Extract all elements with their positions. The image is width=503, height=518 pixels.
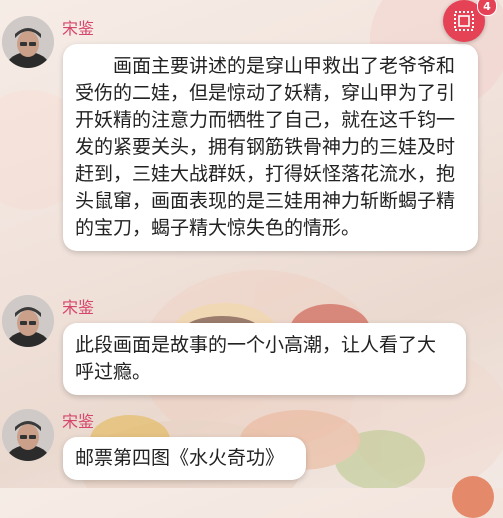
avatar-photo-icon bbox=[2, 409, 54, 461]
floating-action-button[interactable] bbox=[452, 476, 494, 518]
message-bubble: 画面主要讲述的是穿山甲救出了老爷爷和受伤的二娃，但是惊动了妖精，穿山甲为了引开妖… bbox=[63, 44, 478, 251]
message-bubble: 邮票第四图《水火奇功》 bbox=[63, 437, 306, 480]
stamp-icon bbox=[454, 11, 474, 31]
avatar[interactable] bbox=[2, 295, 54, 347]
notification-badge: 4 bbox=[477, 0, 497, 16]
author-name: 宋鉴 bbox=[62, 19, 95, 38]
avatar[interactable] bbox=[2, 409, 54, 461]
avatar-photo-icon bbox=[2, 16, 54, 68]
message-text: 此段画面是故事的一个小高潮，让人看了大呼过瘾。 bbox=[75, 334, 437, 383]
message-bubble: 此段画面是故事的一个小高潮，让人看了大呼过瘾。 bbox=[63, 323, 466, 395]
author-name: 宋鉴 bbox=[62, 298, 95, 317]
message-text: 邮票第四图《水火奇功》 bbox=[75, 447, 285, 469]
avatar-photo-icon bbox=[2, 295, 54, 347]
author-name: 宋鉴 bbox=[62, 412, 95, 431]
avatar[interactable] bbox=[2, 16, 54, 68]
message-text: 画面主要讲述的是穿山甲救出了老爷爷和受伤的二娃，但是惊动了妖精，穿山甲为了引开妖… bbox=[75, 55, 456, 239]
